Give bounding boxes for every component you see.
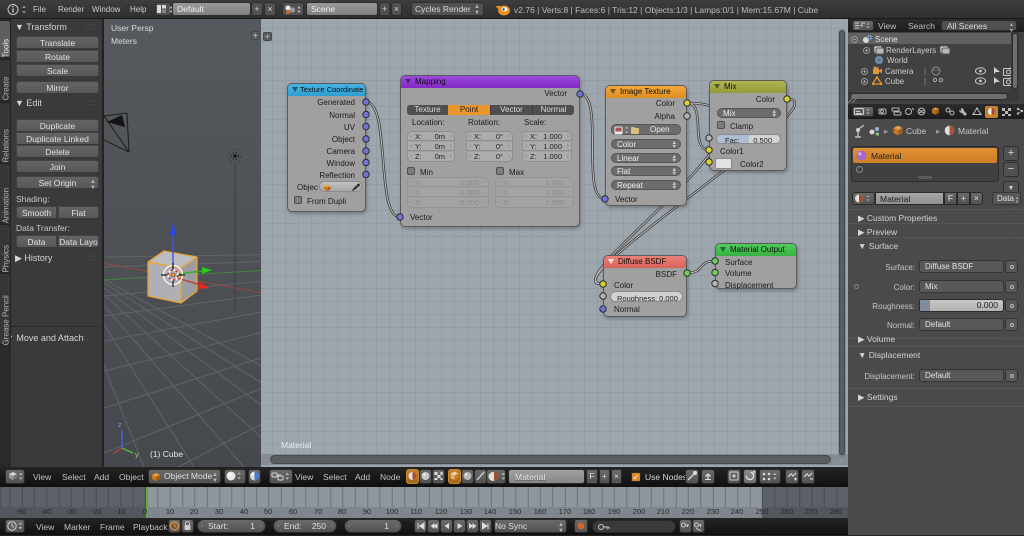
svg-text:z: z (118, 422, 122, 429)
svg-text:y: y (135, 452, 139, 459)
